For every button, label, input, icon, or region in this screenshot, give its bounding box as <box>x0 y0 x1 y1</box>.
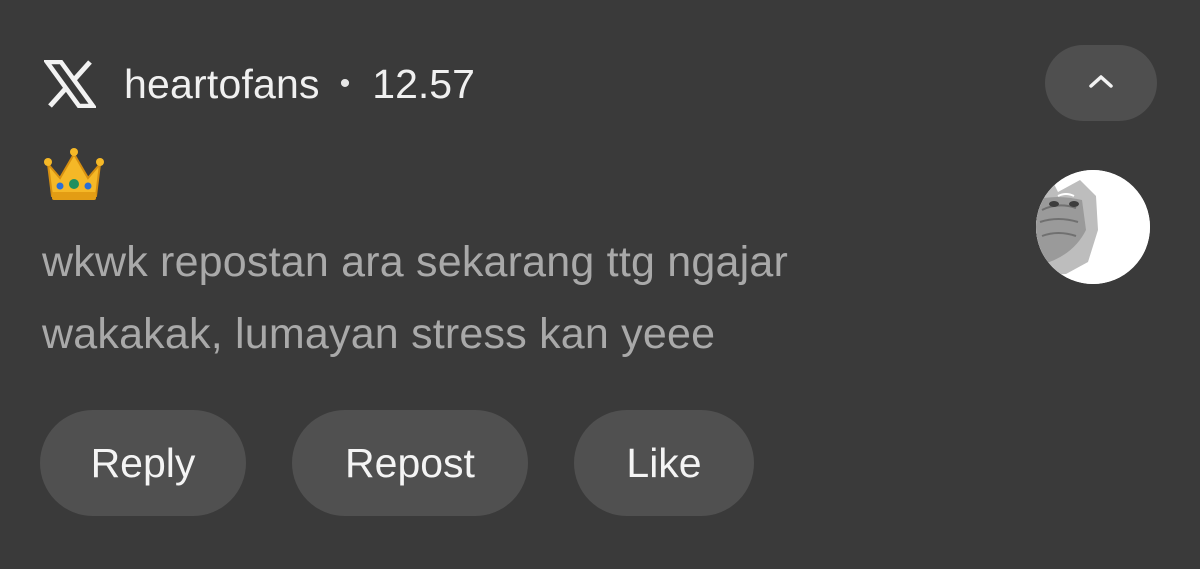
separator-dot: • <box>339 67 351 100</box>
chevron-up-icon <box>1087 72 1115 95</box>
notification-message: wkwk repostan ara sekarang ttg ngajar wa… <box>42 226 1002 370</box>
app-name: heartofans <box>124 60 320 107</box>
repost-button[interactable]: Repost <box>292 410 528 516</box>
action-bar: Reply Repost Like <box>40 410 754 516</box>
collapse-button[interactable] <box>1045 45 1157 121</box>
message-line: wakakak, lumayan stress kan yeee <box>42 310 716 358</box>
avatar <box>1036 170 1150 284</box>
crown-icon <box>42 144 106 208</box>
like-button[interactable]: Like <box>574 410 754 516</box>
message-line: wkwk repostan ara sekarang ttg ngajar <box>42 238 788 286</box>
notification-header: heartofans • 12.57 <box>42 56 475 112</box>
x-logo-icon <box>42 58 98 110</box>
reply-button[interactable]: Reply <box>40 410 246 516</box>
notification-time: 12.57 <box>372 60 475 107</box>
notification-card[interactable]: heartofans • 12.57 wkwk repostan ara sek… <box>0 0 1200 569</box>
